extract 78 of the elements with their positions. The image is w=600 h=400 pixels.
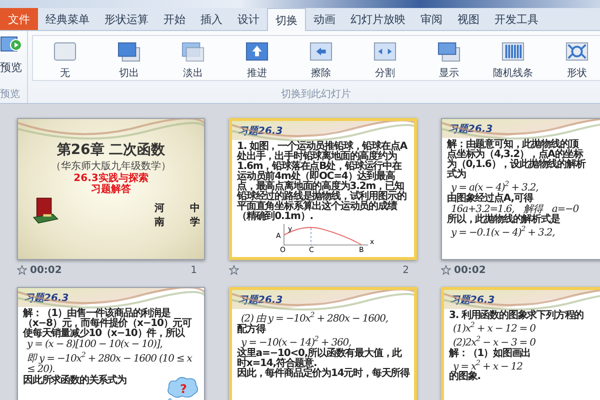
ribbon-tab[interactable]: 动画 [306,9,343,30]
slide-text: 1. 如图，一个运动员推铅球，铅球在点A处出手，出手时铅球离地面的高度约为1.6m，铅球落在点B处，铅球运行中在运动员前4m处（即OC=4）达到最高点，最高点离地面的高度为3.2m，已知铅球经过的路线是抛物线，试利用图示的平面直角坐标系算出这个运动员的成绩（精确到0.1m）. [237,142,408,222]
slide-subtitle: 26.3实践与探索 [72,173,150,184]
formula-text: (1)x$^{2}$ + x − 12 = 0 [452,321,536,335]
transition-button[interactable]: 显示 [417,36,481,80]
ribbon-tab[interactable]: 开发工具 [487,9,546,30]
transition-icon [115,40,143,63]
slide-text: 这里a=−10<0,所以函数有最大值，此时x=14,符合题意. [237,348,402,369]
file-tab[interactable]: 文件 [0,8,38,30]
transition-icon [435,40,463,63]
transition-button[interactable]: 分割 [353,36,417,80]
group-label: 切换到此幻灯片 [281,88,351,102]
slide-text: 所以，此抛物线的解析式是 [447,215,561,226]
formula-text: y = (x − 8)[100 − 10(x − 10)], [26,339,164,350]
transition-button[interactable]: 擦除 [289,36,353,80]
ribbon-tab[interactable]: 审阅 [413,9,450,30]
slide-thumbnail[interactable]: 习题26.3 3. 利用函数的图象求下列方程的 (1)x$^{2}$ + x − 12 = 0 (2)2x$^{2}$ − x − 3 = 0 解：（1）如图画出 y = x$^{2}$ + x − 12 的图象. [441,287,600,400]
transition-icon [499,40,527,63]
transition-button[interactable]: 形状 [545,36,600,80]
transition-button[interactable]: 淡出 [161,36,225,80]
ribbon-tab[interactable]: 幻灯片放映 [343,9,413,30]
slide-thumbnail[interactable]: 第26章 二次函数 （华东师大版九年级数学） 26.3实践与探索 习题解答 河南 中学 [17,118,205,260]
formula-text: y = x$^{2}$ + x − 12 [452,358,524,372]
transition-icon [371,40,399,63]
ribbon-tab[interactable]: 插入 [193,9,230,30]
formula-text: 即 y = −10x$^{2}$ + 280x − 1600 (10 ≤ x ≤ 20). [27,350,193,376]
group-label: 预览 [0,88,20,102]
slide-header: 习题26.3 [448,122,493,136]
slide-subtitle: 习题解答 [90,184,132,195]
preview-button[interactable]: 预览 [0,35,22,75]
formula-text: 16a+3.2=1.6, 解得 a=−0 [451,204,580,215]
transition-icon [51,40,79,63]
ribbon-tab[interactable]: 形状运算 [97,9,156,30]
slide-header: 习题26.3 [238,124,283,138]
transition-button[interactable]: 随机线条 [481,36,545,80]
thought-cloud-icon: ? [166,375,200,400]
slide-thumbnail[interactable]: 习题26.3 解：由题意可知，此抛物线的顶点坐标为（4,3.2），点A的坐标为（0,1.6），设此抛物线的解析式为 y = a(x − 4)$^{2}$ + 3.2, 由图象经过点A,可得 16a+3.2=1.6, 解得 a=−0 所以，此抛物线的解析式是 y = −0.1(x − 4)$^{2}$ + 3.2, [441,118,600,260]
slide-header: 习题26.3 [24,292,69,304]
slide-number: 2 [402,264,410,276]
slide-text: 河南 [154,202,166,229]
slide-text: 因此，每件商品定价为14元时，每天所得 [237,368,410,379]
slide-header: 习题26.3 [450,294,495,306]
slide-text: 3. 利用函数的图象求下列方程的 [449,311,585,321]
formula-text: (2)2x$^{2}$ − x − 3 = 0 [453,334,536,348]
slide-thumbnail[interactable]: 习题26.3 解：（1）由售一件该商品的利润是（x−8）元，而每件提价（x−10）元可使每天销量减少10（x−10）件，所以 y = (x − 8)[100 − 10(x − 10)], 即 y = −10x$^{2}$ + 280x − 1600 (10 ≤ x ≤ 20). 因此所求函数的关系式为 ? [17,287,205,400]
ribbon-tab[interactable]: 切换 [267,8,306,31]
transition-icon [307,40,335,63]
star-icon [229,265,239,275]
slide-number: 1 [190,264,198,276]
slide-text: 因此所求函数的关系式为 [23,376,128,386]
slide-text: 由图象经过点A,可得 [447,194,534,204]
slide-header: 习题26.3 [238,294,283,306]
slide-timing: 00:02 [30,264,62,276]
formula-text: y = −10(x − 14)$^{2}$ + 360, [240,334,352,348]
ribbon-tab[interactable]: 视图 [450,9,487,30]
star-icon [441,265,451,275]
slide-thumbnail[interactable]: 习题26.3 (2) 由 y = −10x$^{2}$ + 280x − 1600, 配方得 y = −10(x − 14)$^{2}$ + 360, 这里a=−10<0,所以函数有最大值，此时x=14,符合题意. 因此，每件商品定价为14元时，每天所得 [229,287,417,400]
ribbon-tab[interactable]: 开始 [156,9,193,30]
transition-icon [179,40,207,63]
slide-text: 中学 [190,202,202,229]
ribbon-tab[interactable]: 经典菜单 [38,9,97,30]
slide-timing: 00:02 [454,264,486,276]
transition-icon [243,40,271,63]
formula-text: y = −0.1(x − 4)$^{2}$ + 3.2, [450,225,556,240]
star-icon [17,265,27,275]
formula-text: y = a(x − 4)$^{2}$ + 3.2, [450,180,540,194]
ribbon-tab[interactable]: 设计 [230,9,267,30]
formula-text: (2) 由 y = −10x$^{2}$ + 280x − 1600, [241,311,389,324]
slide-text: 配方得 [237,324,267,335]
slide-text: 解：由题意可知，此抛物线的顶点坐标为（4,3.2），点A的坐标为（0,1.6），设此抛物线的解析式为 [447,140,587,180]
transition-icon [563,40,591,63]
slide-text: 的图象. [449,372,482,382]
slide-text: 解：（1）如图画出 [449,348,532,359]
slide-title: 第26章 二次函数 [56,141,166,159]
transition-button[interactable]: 无 [33,36,97,80]
slide-subtitle: （华东师大版九年级数学） [50,160,172,172]
transition-button[interactable]: 切出 [97,36,161,80]
transition-button[interactable]: 推进 [225,36,289,80]
